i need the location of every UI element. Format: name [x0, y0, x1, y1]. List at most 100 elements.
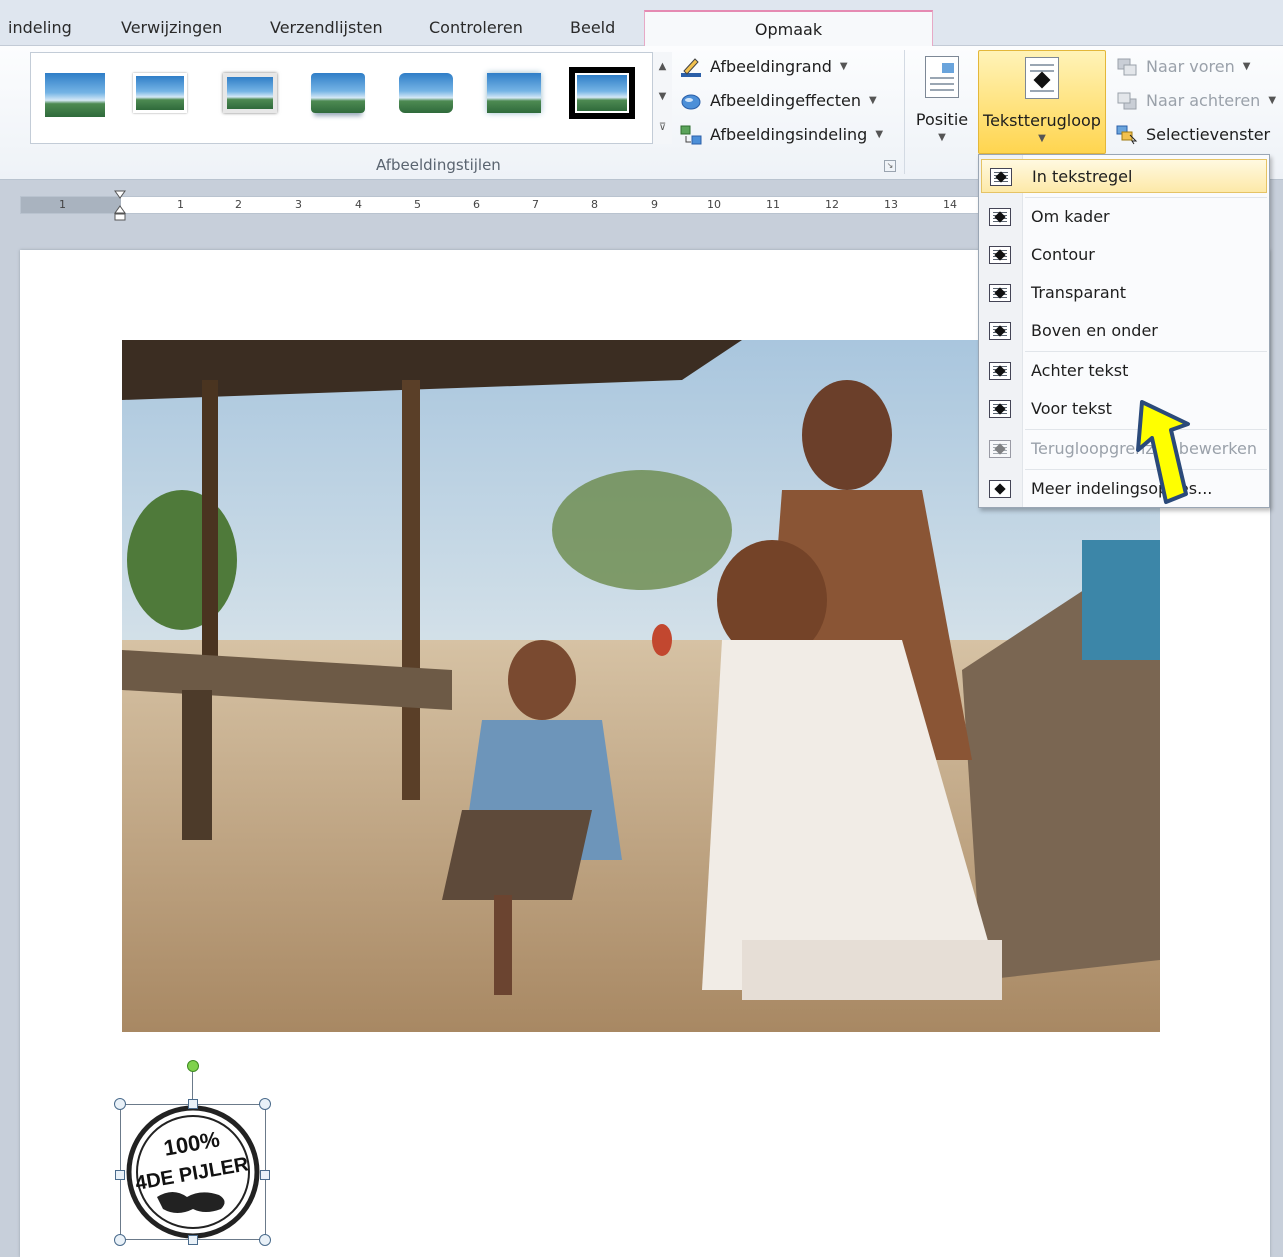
- wrap-tight-icon: [989, 246, 1011, 264]
- resize-handle[interactable]: [259, 1234, 271, 1246]
- gallery-scroll-down-icon[interactable]: ▼: [652, 82, 672, 112]
- group-label-picture-styles: Afbeeldingstijlen: [376, 156, 501, 174]
- tab-indeling[interactable]: indeling: [8, 10, 72, 46]
- menu-item-in-line[interactable]: In tekstregel: [981, 159, 1267, 193]
- position-label: Positie: [915, 110, 969, 129]
- wrap-text-label: Tekstterugloop: [983, 111, 1101, 130]
- send-backward-icon: [1117, 92, 1137, 110]
- selection-pane-label: Selectievenster: [1146, 125, 1271, 144]
- ruler-number: 11: [766, 198, 780, 211]
- rotation-connector: [192, 1071, 193, 1101]
- menu-item-behind-text[interactable]: Achter tekst: [981, 354, 1267, 388]
- ruler-number: 12: [825, 198, 839, 211]
- ruler-number: 1: [177, 198, 184, 211]
- bring-forward-button[interactable]: Naar voren ▼: [1116, 52, 1250, 82]
- chevron-down-icon: ▼: [938, 132, 946, 143]
- ruler-margin: [21, 197, 121, 213]
- picture-border-button[interactable]: Afbeeldingrand ▼: [680, 52, 848, 82]
- menu-item-label: Achter tekst: [1031, 361, 1129, 380]
- selection-pane-icon: [1116, 125, 1138, 145]
- wrap-inline-icon: [990, 168, 1012, 186]
- menu-item-top-bottom[interactable]: Boven en onder: [981, 314, 1267, 348]
- chevron-down-icon: ▼: [839, 61, 848, 72]
- menu-item-label: Voor tekst: [1031, 399, 1112, 418]
- picture-style-thumb[interactable]: [127, 67, 193, 119]
- chevron-down-icon: ▼: [1038, 133, 1046, 144]
- menu-separator: [1025, 197, 1267, 198]
- send-backward-label: Naar achteren: [1146, 91, 1261, 110]
- chevron-down-icon: ▼: [1242, 61, 1251, 72]
- resize-handle[interactable]: [114, 1234, 126, 1246]
- send-backward-button[interactable]: Naar achteren ▼: [1116, 86, 1276, 116]
- tab-verzendlijsten[interactable]: Verzendlijsten: [270, 10, 383, 46]
- selection-pane-button[interactable]: Selectievenster: [1116, 120, 1270, 150]
- menu-item-label: Contour: [1031, 245, 1095, 264]
- menu-item-through[interactable]: Transparant: [981, 276, 1267, 310]
- stamp-logo: 100% 4DE PIJLER: [126, 1105, 260, 1239]
- edit-wrap-points-icon: [989, 440, 1011, 458]
- wrap-text-button[interactable]: Tekstterugloop ▼: [978, 50, 1106, 154]
- menu-item-square[interactable]: Om kader: [981, 200, 1267, 234]
- wrap-through-icon: [989, 284, 1011, 302]
- menu-item-label: In tekstregel: [1032, 167, 1133, 186]
- ruler-number: 4: [355, 198, 362, 211]
- menu-item-label: Boven en onder: [1031, 321, 1158, 340]
- picture-border-label: Afbeeldingrand: [710, 57, 832, 76]
- gallery-scroll-up-icon[interactable]: ▲: [652, 52, 672, 82]
- ruler-number: 1: [59, 198, 66, 211]
- ruler-number: 5: [414, 198, 421, 211]
- ribbon-tab-bar: indeling Verwijzingen Verzendlijsten Con…: [0, 0, 1283, 46]
- picture-layout-icon: [680, 125, 702, 145]
- picture-style-thumb[interactable]: [217, 67, 283, 119]
- menu-item-label: Om kader: [1031, 207, 1110, 226]
- ruler-number: 3: [295, 198, 302, 211]
- resize-handle[interactable]: [114, 1098, 126, 1110]
- indent-marker-icon[interactable]: [114, 190, 126, 222]
- picture-layout-button[interactable]: Afbeeldingsindeling ▼: [680, 120, 883, 150]
- tab-verwijzingen[interactable]: Verwijzingen: [121, 10, 222, 46]
- gallery-more-icon[interactable]: ⊽: [652, 112, 672, 144]
- layout-options-icon: [989, 480, 1011, 498]
- position-button[interactable]: Positie ▼: [912, 50, 972, 154]
- resize-handle[interactable]: [188, 1235, 198, 1245]
- picture-effects-label: Afbeeldingeffecten: [710, 91, 861, 110]
- wrap-text-icon: [1025, 57, 1059, 99]
- picture-style-thumb[interactable]: [305, 67, 371, 119]
- menu-item-tight[interactable]: Contour: [981, 238, 1267, 272]
- picture-style-thumb[interactable]: [39, 67, 105, 119]
- resize-handle[interactable]: [259, 1098, 271, 1110]
- resize-handle[interactable]: [115, 1170, 125, 1180]
- rotate-handle[interactable]: [187, 1060, 199, 1072]
- chevron-down-icon: ▼: [875, 129, 884, 140]
- ruler-number: 9: [651, 198, 658, 211]
- wrap-square-icon: [989, 208, 1011, 226]
- tab-controleren[interactable]: Controleren: [429, 10, 523, 46]
- ruler-number: 14: [943, 198, 957, 211]
- effects-icon: [681, 94, 701, 110]
- wrap-behind-icon: [989, 362, 1011, 380]
- ruler-number: 7: [532, 198, 539, 211]
- ruler-number: 10: [707, 198, 721, 211]
- tab-beeld[interactable]: Beeld: [570, 10, 615, 46]
- picture-layout-label: Afbeeldingsindeling: [710, 125, 868, 144]
- picture-style-thumb[interactable]: [393, 67, 459, 119]
- ruler-number: 8: [591, 198, 598, 211]
- picture-effects-button[interactable]: Afbeeldingeffecten ▼: [680, 86, 877, 116]
- picture-style-thumb[interactable]: [569, 67, 635, 119]
- resize-handle[interactable]: [260, 1170, 270, 1180]
- tab-opmaak[interactable]: Opmaak: [644, 10, 933, 46]
- pointer-arrow-icon: [1136, 400, 1190, 504]
- dialog-launcher-icon[interactable]: ↘: [884, 160, 896, 172]
- logo-image[interactable]: 100% 4DE PIJLER: [120, 1104, 266, 1240]
- pencil-icon: [681, 58, 701, 77]
- wrap-in-front-icon: [989, 400, 1011, 418]
- resize-handle[interactable]: [188, 1099, 198, 1109]
- menu-item-label: Transparant: [1031, 283, 1127, 302]
- picture-style-thumb[interactable]: [481, 67, 547, 119]
- ruler-number: 2: [235, 198, 242, 211]
- chevron-down-icon: ▼: [1268, 95, 1277, 106]
- wrap-top-bottom-icon: [989, 322, 1011, 340]
- picture-styles-gallery: [30, 52, 672, 144]
- position-icon: [925, 56, 959, 98]
- ruler-number: 6: [473, 198, 480, 211]
